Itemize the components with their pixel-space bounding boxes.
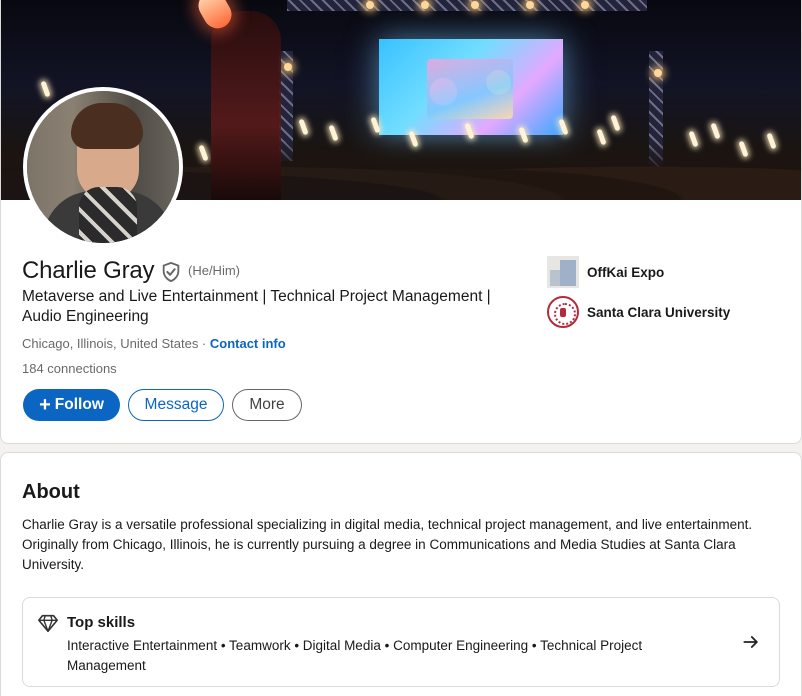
stage-light: [471, 1, 479, 9]
education-school[interactable]: Santa Clara University: [547, 296, 730, 328]
plus-icon: +: [39, 394, 51, 416]
top-skills-card[interactable]: Top skills Interactive Entertainment • T…: [22, 597, 780, 687]
profile-headline: Metaverse and Live Entertainment | Techn…: [22, 288, 491, 325]
stage-light: [421, 1, 429, 9]
connections-count[interactable]: 184 connections: [22, 361, 117, 376]
profile-avatar[interactable]: [23, 87, 183, 247]
about-text: Charlie Gray is a versatile professional…: [22, 517, 753, 572]
profile-name: Charlie Gray: [22, 257, 155, 284]
top-skills-title: Top skills: [67, 614, 136, 631]
follow-button[interactable]: + Follow: [23, 389, 120, 421]
stage-light: [654, 69, 662, 77]
location-separator: ·: [198, 336, 210, 351]
message-button[interactable]: Message: [128, 389, 224, 421]
follow-label: Follow: [54, 396, 104, 413]
diamond-icon: [38, 614, 58, 633]
profile-top-card: Charlie Gray (He/Him) Metaverse and Live…: [0, 0, 802, 444]
profile-location: Chicago, Illinois, United States: [22, 336, 199, 351]
top-skills-list: Interactive Entertainment • Teamwork • D…: [67, 638, 643, 673]
stage-truss: [287, 0, 647, 11]
company-logo: [547, 256, 579, 288]
about-section: About Charlie Gray is a versatile profes…: [0, 452, 802, 696]
school-name: Santa Clara University: [587, 304, 731, 320]
contact-info-link[interactable]: Contact info: [210, 336, 286, 351]
stage-light: [366, 1, 374, 9]
current-company[interactable]: OffKai Expo: [547, 256, 664, 288]
location-line: Chicago, Illinois, United States · Conta…: [22, 336, 286, 351]
about-title: About: [22, 481, 80, 503]
stage-light: [526, 1, 534, 9]
verified-shield-icon[interactable]: [160, 261, 182, 283]
arrow-right-icon[interactable]: [741, 632, 761, 652]
company-name: OffKai Expo: [587, 264, 665, 280]
university-seal-logo: [547, 296, 579, 328]
profile-pronouns: (He/Him): [188, 263, 240, 278]
stage-screen: [379, 39, 563, 135]
stage-light: [581, 1, 589, 9]
more-button[interactable]: More: [232, 389, 302, 421]
stage-light: [284, 63, 292, 71]
foreground-figure: [211, 11, 281, 200]
